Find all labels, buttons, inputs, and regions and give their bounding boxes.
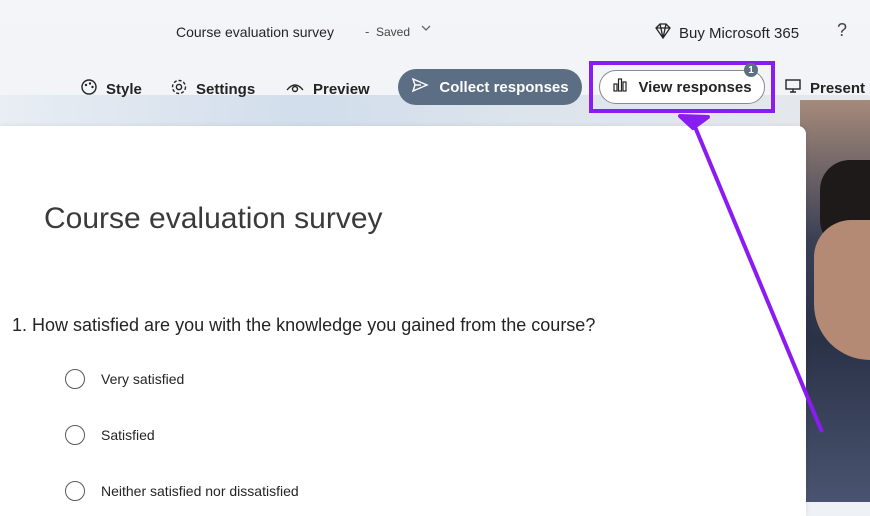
monitor-icon (784, 78, 802, 98)
chevron-down-icon[interactable] (420, 22, 432, 37)
style-label: Style (106, 80, 142, 98)
option-label: Neither satisfied nor dissatisfied (101, 483, 299, 499)
radio-button[interactable] (65, 481, 85, 501)
send-icon (411, 77, 430, 97)
chart-icon (612, 77, 628, 97)
option-neither[interactable]: Neither satisfied nor dissatisfied (65, 481, 299, 501)
preview-label: Preview (313, 80, 370, 98)
radio-button[interactable] (65, 369, 85, 389)
question-text: 1. How satisfied are you with the knowle… (12, 315, 596, 335)
palette-icon (80, 78, 98, 100)
gear-icon (170, 78, 188, 100)
eye-icon (285, 80, 305, 98)
present-button[interactable]: Present (784, 78, 865, 98)
response-count-badge: 1 (744, 63, 758, 77)
title-separator: - (365, 24, 370, 39)
preview-button[interactable]: Preview (285, 78, 370, 100)
buy-microsoft-365-button[interactable]: Buy Microsoft 365 (653, 22, 799, 44)
present-label: Present (810, 79, 866, 97)
buy-label: Buy Microsoft 365 (679, 24, 800, 42)
option-label: Very satisfied (101, 371, 185, 387)
style-button[interactable]: Style (80, 78, 142, 100)
view-responses-button[interactable]: View responses (599, 70, 765, 104)
help-button[interactable]: ? (837, 20, 847, 41)
survey-title: Course evaluation survey (44, 202, 383, 235)
collect-responses-button[interactable]: Collect responses (398, 69, 582, 105)
background-photo (800, 100, 870, 502)
option-label: Satisfied (101, 427, 155, 443)
settings-label: Settings (196, 80, 256, 98)
save-status: Saved (376, 25, 411, 39)
title-bar: Course evaluation survey - Saved Buy Mic… (0, 0, 870, 66)
view-responses-label: View responses (638, 78, 752, 96)
radio-button[interactable] (65, 425, 85, 445)
diamond-icon (653, 22, 673, 44)
option-very-satisfied[interactable]: Very satisfied (65, 369, 184, 389)
photo-face (814, 220, 870, 360)
document-title[interactable]: Course evaluation survey (176, 24, 334, 40)
collect-label: Collect responses (439, 78, 569, 96)
option-satisfied[interactable]: Satisfied (65, 425, 155, 445)
settings-button[interactable]: Settings (170, 78, 255, 100)
